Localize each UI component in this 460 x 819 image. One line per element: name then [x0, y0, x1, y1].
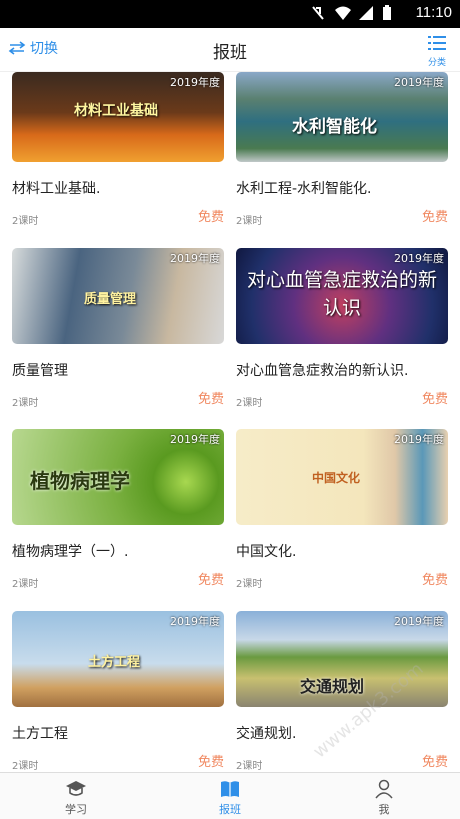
course-title: 植物病理学（一）.: [12, 544, 129, 560]
course-price: 免费: [197, 573, 224, 588]
course-meta: 2课时 免费: [236, 751, 448, 772]
battery-icon: [382, 5, 398, 21]
course-card[interactable]: 2019年度 交通规划 交通规划. 2课时 免费: [236, 611, 448, 772]
course-price: 免费: [197, 755, 224, 770]
course-title: 材料工业基础.: [12, 181, 101, 197]
course-thumbnail: 2019年度 质量管理: [12, 248, 224, 344]
course-card[interactable]: 2019年度 材料工业基础 材料工业基础. 2课时 免费: [12, 72, 224, 227]
course-lessons: 2课时: [12, 761, 39, 772]
course-card[interactable]: 2019年度 土方工程 土方工程 2课时 免费: [12, 611, 224, 772]
book-icon: [221, 781, 239, 797]
bottom-tab-bar: 学习 报班 我: [0, 772, 460, 819]
thumbnail-caption: 交通规划: [300, 677, 365, 696]
course-card[interactable]: 2019年度 质量管理 质量管理 2课时 免费: [12, 248, 224, 409]
course-year: 2019年度: [394, 615, 444, 628]
top-nav-bar: 切换 报班 分类: [0, 28, 460, 72]
list-icon: [428, 36, 446, 50]
course-thumbnail: 2019年度 植物病理学: [12, 429, 224, 525]
course-card[interactable]: 2019年度 水利智能化 水利工程-水利智能化. 2课时 免费: [236, 72, 448, 227]
course-lessons: 2课时: [236, 761, 263, 772]
status-time: 11:10: [415, 4, 452, 21]
thumbnail-caption: 材料工业基础: [74, 103, 158, 119]
course-price: 免费: [421, 392, 448, 407]
course-thumbnail: 2019年度 水利智能化: [236, 72, 448, 162]
course-thumbnail: 2019年度 材料工业基础: [12, 72, 224, 162]
course-meta: 2课时 免费: [12, 388, 224, 409]
course-grid: 2019年度 材料工业基础 材料工业基础. 2课时 免费 2019年度 水利智能…: [0, 72, 460, 772]
course-meta: 2课时 免费: [236, 388, 448, 409]
course-year: 2019年度: [394, 252, 444, 265]
course-year: 2019年度: [170, 615, 220, 628]
course-lessons: 2课时: [12, 398, 39, 409]
tab-enroll[interactable]: 报班: [190, 779, 270, 817]
course-meta: 2课时 免费: [236, 206, 448, 227]
course-card[interactable]: 2019年度 植物病理学 植物病理学（一）. 2课时 免费: [12, 429, 224, 590]
person-icon: [375, 779, 393, 799]
course-thumbnail: 2019年度 中国文化: [236, 429, 448, 525]
mute-icon: [310, 5, 326, 21]
tab-study-label: 学习: [65, 803, 87, 816]
tab-enroll-label: 报班: [219, 803, 241, 816]
course-title: 对心血管急症救治的新认识.: [236, 363, 409, 379]
status-icons: [310, 5, 398, 21]
graduation-cap-icon: [66, 781, 86, 796]
course-title: 中国文化.: [236, 544, 297, 560]
course-price: 免费: [197, 210, 224, 225]
course-thumbnail: 2019年度 土方工程: [12, 611, 224, 707]
thumbnail-caption: 土方工程: [88, 655, 141, 670]
course-meta: 2课时 免费: [12, 206, 224, 227]
thumbnail-caption: 对心血管急症救治的新认识: [246, 269, 437, 319]
course-price: 免费: [197, 392, 224, 407]
course-meta: 2课时 免费: [12, 569, 224, 590]
course-thumbnail: 2019年度 对心血管急症救治的新认识: [236, 248, 448, 344]
thumbnail-caption: 质量管理: [84, 292, 137, 307]
course-title: 土方工程: [12, 726, 68, 742]
category-button[interactable]: 分类: [424, 34, 450, 68]
course-price: 免费: [421, 755, 448, 770]
course-meta: 2课时 免费: [236, 569, 448, 590]
course-card[interactable]: 2019年度 对心血管急症救治的新认识 对心血管急症救治的新认识. 2课时 免费: [236, 248, 448, 409]
course-price: 免费: [421, 210, 448, 225]
course-card[interactable]: 2019年度 中国文化 中国文化. 2课时 免费: [236, 429, 448, 590]
signal-icon: [358, 5, 374, 21]
tab-me[interactable]: 我: [344, 779, 424, 817]
tab-me-label: 我: [378, 803, 390, 816]
category-label: 分类: [427, 58, 446, 68]
course-lessons: 2课时: [236, 579, 263, 590]
course-title: 水利工程-水利智能化.: [236, 181, 372, 197]
course-thumbnail: 2019年度 交通规划: [236, 611, 448, 707]
course-lessons: 2课时: [12, 579, 39, 590]
course-title: 质量管理: [12, 363, 68, 379]
course-title: 交通规划.: [236, 726, 297, 742]
course-price: 免费: [421, 573, 448, 588]
page-title: 报班: [213, 43, 247, 63]
course-year: 2019年度: [394, 76, 444, 89]
status-bar: 11:10: [0, 0, 460, 28]
thumbnail-caption: 植物病理学: [30, 469, 130, 493]
course-lessons: 2课时: [236, 398, 263, 409]
wifi-icon: [334, 5, 351, 21]
course-year: 2019年度: [394, 433, 444, 446]
course-lessons: 2课时: [236, 216, 263, 227]
course-year: 2019年度: [170, 433, 220, 446]
course-lessons: 2课时: [12, 216, 39, 227]
thumbnail-caption: 水利智能化: [292, 117, 377, 137]
course-year: 2019年度: [170, 76, 220, 89]
thumbnail-caption: 中国文化: [312, 471, 361, 485]
tab-study[interactable]: 学习: [36, 779, 116, 817]
course-meta: 2课时 免费: [12, 751, 224, 772]
course-year: 2019年度: [170, 252, 220, 265]
